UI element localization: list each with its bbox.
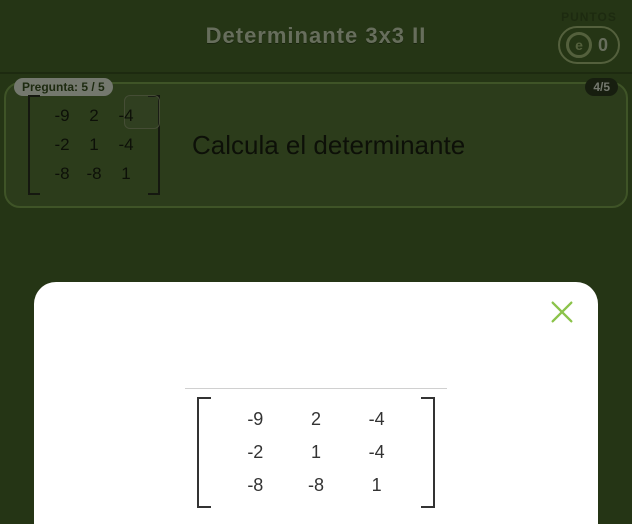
points-display: PUNTOS e 0	[558, 0, 620, 74]
cell: 1	[372, 475, 382, 496]
cell: 1	[121, 164, 130, 184]
modal-content: -9 2 -4 -2 1 -4 -8 -8 1	[54, 388, 578, 508]
question-prompt: Calcula el determinante	[192, 130, 465, 161]
bracket-left-icon	[197, 397, 211, 508]
cell: -8	[86, 164, 101, 184]
matrix-cells: -9 2 -4 -2 1 -4 -8 -8 1	[225, 403, 407, 502]
cell: -2	[54, 135, 69, 155]
cell: -4	[118, 106, 133, 126]
cell: 1	[89, 135, 98, 155]
cell: -8	[308, 475, 324, 496]
cell: -8	[247, 475, 263, 496]
points-value: 0	[598, 35, 608, 56]
cell: -4	[369, 442, 385, 463]
modal: -9 2 -4 -2 1 -4 -8 -8 1	[34, 282, 598, 524]
close-icon	[548, 298, 576, 326]
points-label: PUNTOS	[561, 10, 617, 24]
cell: -8	[54, 164, 69, 184]
points-icon: e	[566, 32, 592, 58]
cell: -4	[369, 409, 385, 430]
bracket-left-icon	[28, 95, 40, 195]
cell: 2	[89, 106, 98, 126]
bracket-right-icon	[421, 397, 435, 508]
cell: 2	[311, 409, 321, 430]
question-progress-badge: Pregunta: 5 / 5	[14, 78, 113, 96]
cell: 1	[311, 442, 321, 463]
cell: -9	[54, 106, 69, 126]
close-button[interactable]	[548, 298, 576, 326]
cell: -4	[118, 135, 133, 155]
matrix-cells: -9 2 -4 -2 1 -4 -8 -8 1	[46, 101, 142, 189]
modal-matrix: -9 2 -4 -2 1 -4 -8 -8 1	[185, 388, 447, 508]
attempts-badge: 4/5	[585, 78, 618, 96]
page-title: Determinante 3x3 II	[206, 23, 427, 49]
question-matrix[interactable]: -9 2 -4 -2 1 -4 -8 -8 1	[24, 95, 164, 195]
question-content: -9 2 -4 -2 1 -4 -8 -8 1 Calcula el deter…	[6, 84, 626, 206]
cell: -9	[247, 409, 263, 430]
points-pill: e 0	[558, 26, 620, 64]
cell: -2	[247, 442, 263, 463]
question-card: Pregunta: 5 / 5 4/5 -9 2 -4 -2 1 -4 -8 -…	[4, 82, 628, 208]
header: Determinante 3x3 II PUNTOS e 0	[0, 0, 632, 74]
